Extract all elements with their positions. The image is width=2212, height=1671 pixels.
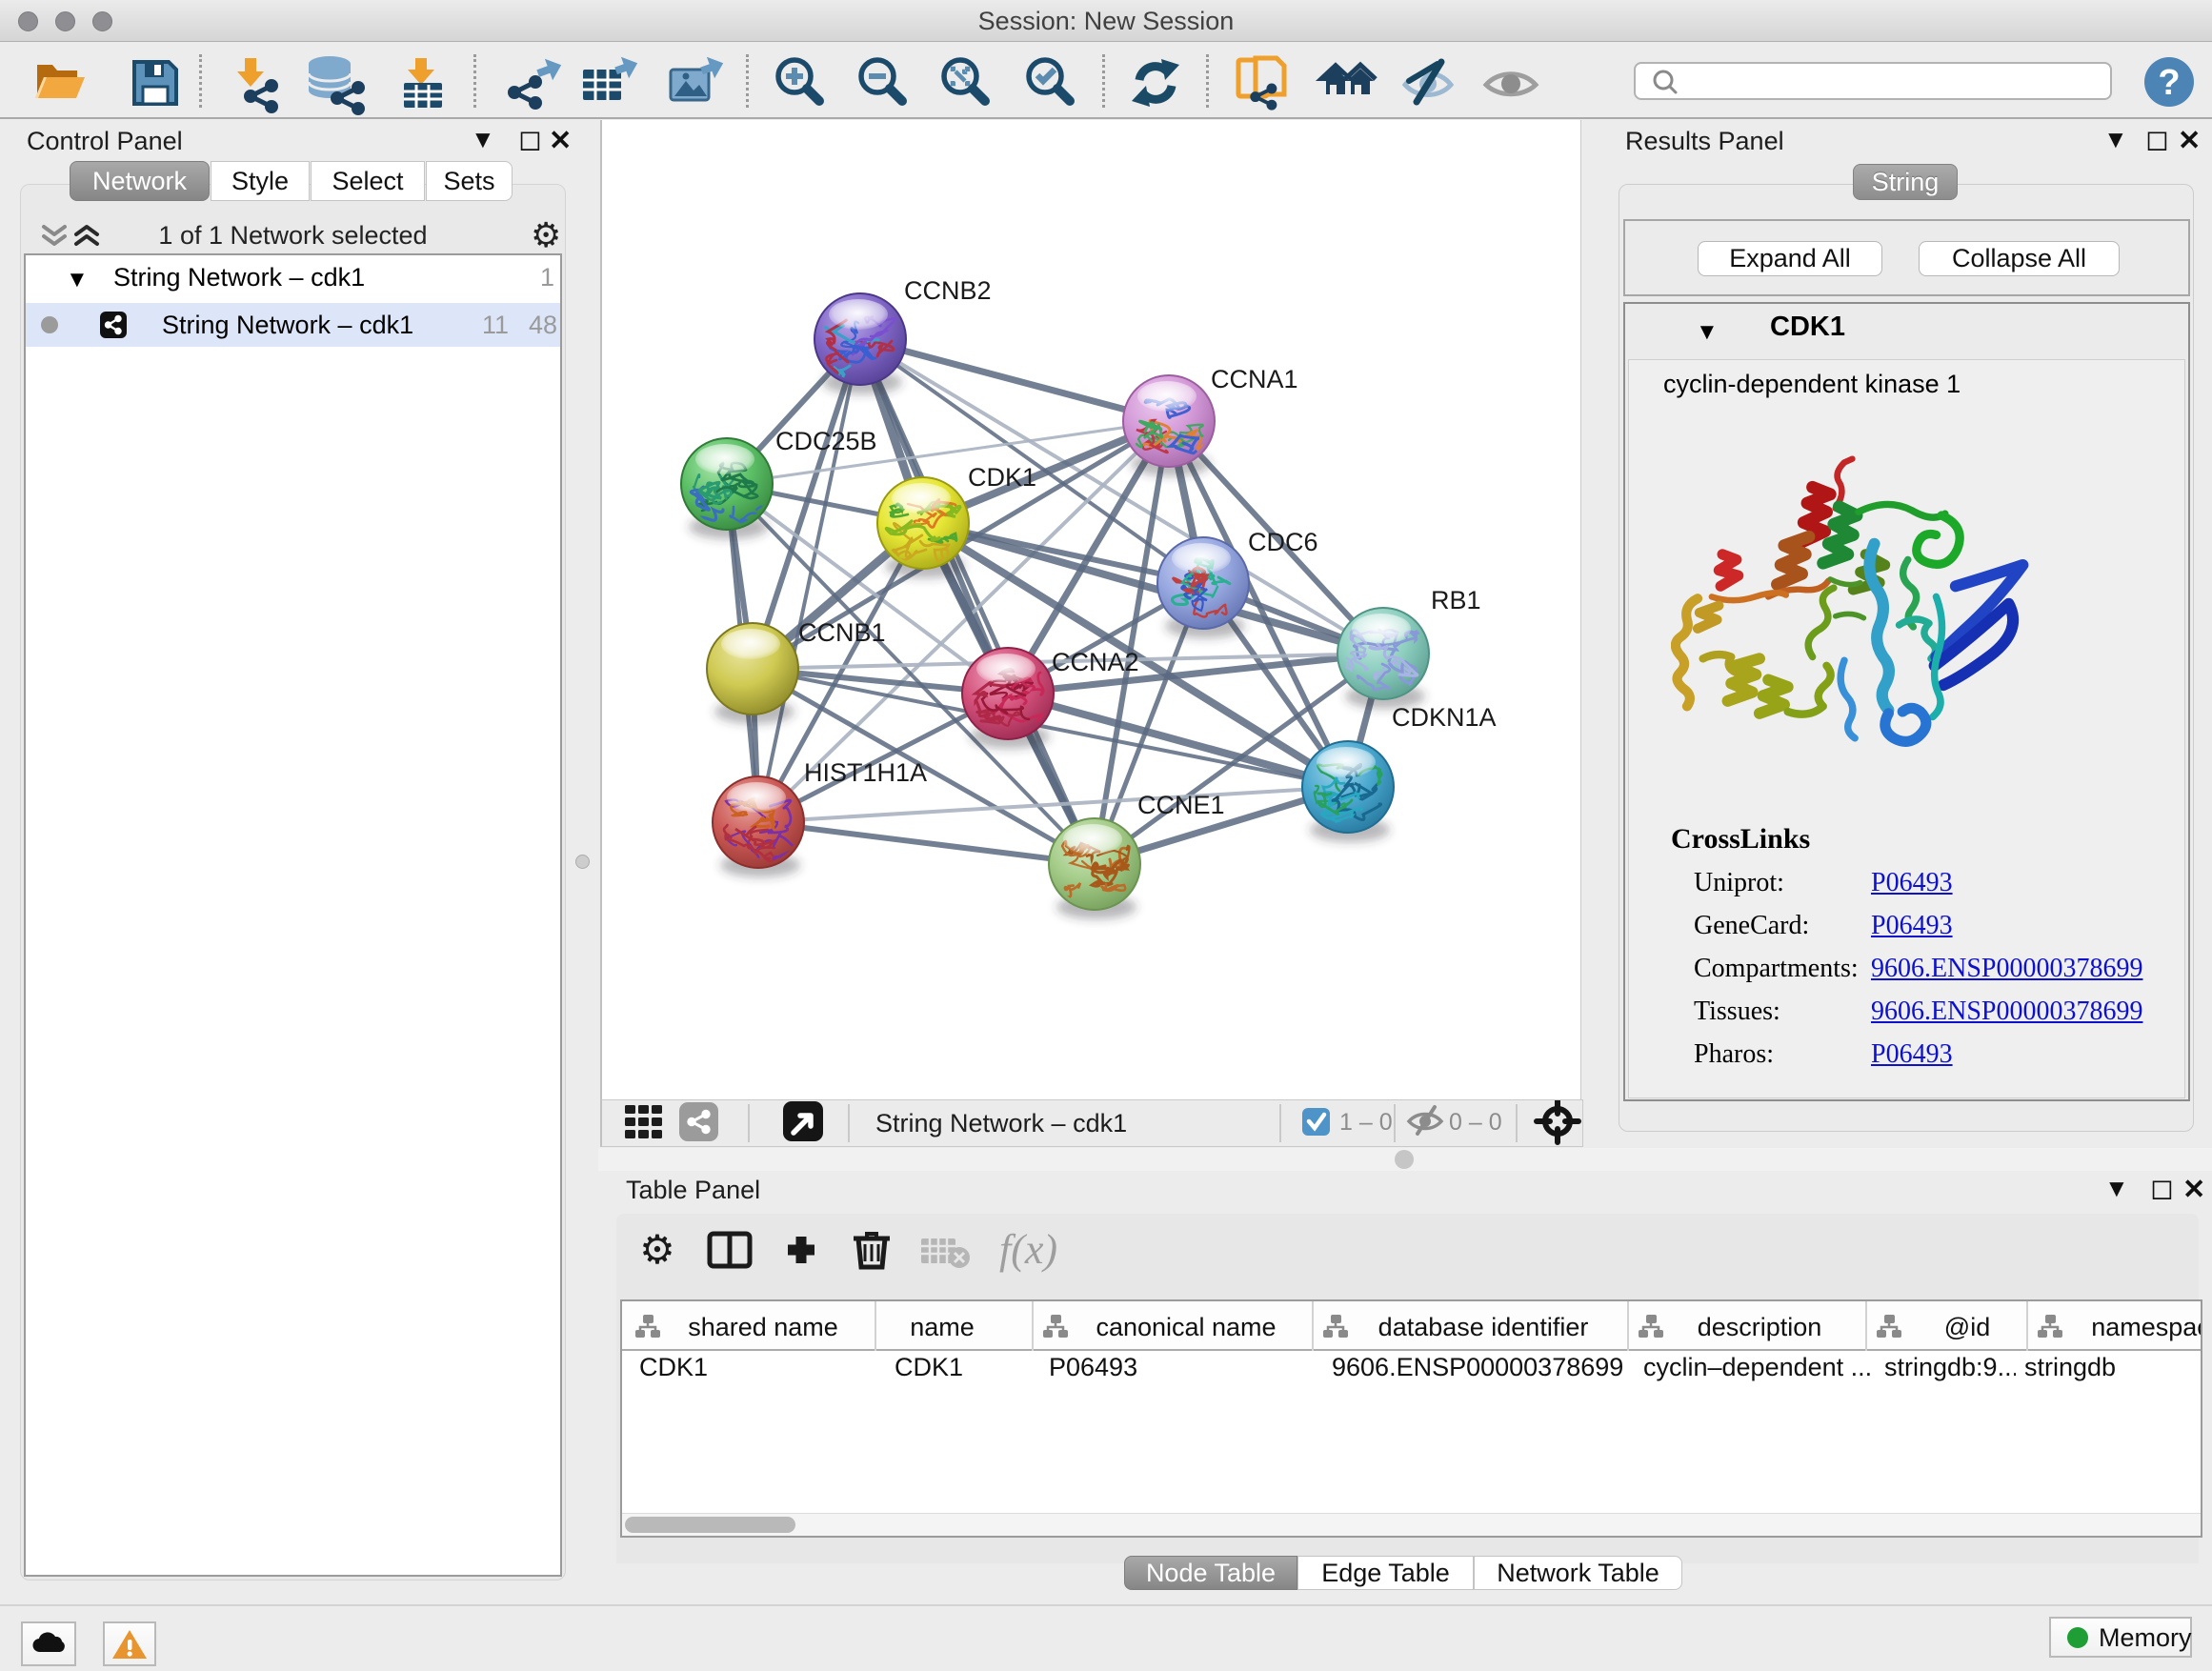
svg-text:CDK1: CDK1 — [968, 463, 1036, 492]
svg-text:CDC6: CDC6 — [1248, 528, 1318, 556]
svg-text:database identifier: database identifier — [1378, 1313, 1589, 1341]
svg-text:0 – 0: 0 – 0 — [1449, 1109, 1502, 1136]
svg-text:CCNA1: CCNA1 — [1211, 365, 1298, 393]
svg-text:CCNE1: CCNE1 — [1137, 791, 1225, 819]
svg-text:CDKN1A: CDKN1A — [1392, 703, 1497, 732]
svg-text:@id: @id — [1944, 1313, 1990, 1341]
svg-text:?: ? — [2158, 63, 2180, 103]
svg-text:shared name: shared name — [688, 1313, 838, 1341]
svg-text:namespace: namespace — [2091, 1313, 2201, 1341]
svg-text:CCNB2: CCNB2 — [904, 276, 992, 305]
svg-text:RB1: RB1 — [1431, 586, 1481, 614]
svg-text:⚙: ⚙ — [639, 1227, 675, 1272]
svg-text:description: description — [1698, 1313, 1822, 1341]
svg-text:CCNB1: CCNB1 — [798, 618, 886, 647]
svg-text:name: name — [910, 1313, 975, 1341]
svg-text:canonical name: canonical name — [1096, 1313, 1276, 1341]
svg-text:String Network – cdk1: String Network – cdk1 — [875, 1109, 1127, 1137]
svg-text:CDC25B: CDC25B — [775, 427, 877, 455]
svg-text:CCNA2: CCNA2 — [1052, 648, 1139, 676]
svg-text:1 – 0: 1 – 0 — [1339, 1109, 1393, 1136]
svg-text:HIST1H1A: HIST1H1A — [804, 758, 927, 787]
svg-text:f(x): f(x) — [999, 1226, 1057, 1273]
